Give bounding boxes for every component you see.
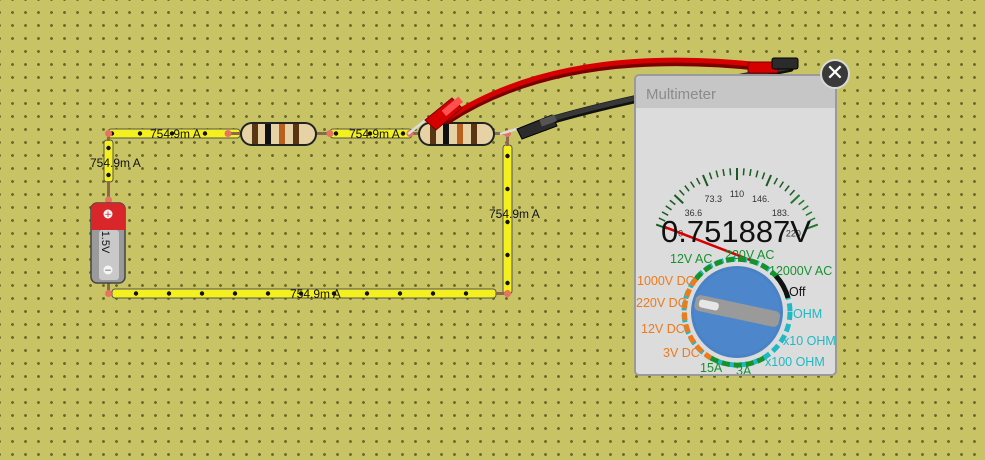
mode-220v-dc[interactable]: 220V DC [636, 297, 687, 310]
current-label-bottom: 754.9m A [290, 287, 341, 301]
gauge-tick [742, 168, 745, 176]
gauge-tick [802, 205, 809, 211]
mode-off[interactable]: Off [789, 286, 805, 299]
junction-points[interactable] [105, 130, 511, 297]
current-label-right: 754.9m A [489, 207, 540, 221]
resistor-1[interactable] [228, 122, 330, 146]
close-button[interactable]: ✕ [820, 59, 850, 89]
battery-plus-label: + [104, 210, 112, 220]
mode-12000v-ac[interactable]: 12000V AC [769, 265, 832, 278]
gauge-tick [689, 181, 695, 188]
multimeter[interactable]: Multimeter 036.673.3110146.183.220 0.751… [634, 74, 837, 376]
gauge-tick [761, 172, 766, 180]
gauge-tick [722, 169, 725, 177]
multimeter-reading: 0.751887V [661, 214, 811, 249]
gauge-tick [715, 170, 719, 178]
battery-voltage-label: 1.5V [99, 231, 111, 254]
mode-12v-dc[interactable]: 12V DC [641, 323, 685, 336]
gauge-tick [798, 199, 805, 206]
mode-3v-dc[interactable]: 3V DC [663, 347, 700, 360]
mode-x100-ohm[interactable]: x100 OHM [765, 356, 825, 369]
gauge-tick [789, 189, 796, 196]
gauge-scale-label: 146. [752, 194, 770, 204]
gauge-tick [790, 194, 801, 204]
gauge-tick [665, 205, 672, 211]
gauge-scale-label: 110 [730, 189, 744, 199]
gauge-tick [755, 170, 759, 178]
mode-12v-ac[interactable]: 12V AC [670, 253, 712, 266]
current-label-top-left: 754.9m A [150, 127, 201, 141]
mode-3a[interactable]: 3A [736, 365, 751, 375]
gauge-tick [708, 172, 713, 180]
gauge-tick [749, 169, 752, 177]
gauge-tick [729, 168, 732, 176]
gauge-tick [669, 199, 676, 206]
battery-minus-label: − [104, 266, 112, 276]
gauge-scale-label: 73.3 [704, 194, 722, 204]
mode-x10-ohm[interactable]: x10 OHM [783, 335, 835, 348]
mode-15a[interactable]: 15A [700, 362, 722, 375]
current-label-top-mid: 754.9m A [349, 127, 400, 141]
gauge-tick [702, 174, 709, 187]
gauge-tick [784, 185, 790, 192]
gauge-tick [695, 177, 701, 185]
gauge-tick [773, 177, 779, 185]
gauge-tick [678, 189, 685, 196]
mode-220v-ac[interactable]: 220V AC [725, 249, 774, 262]
gauge-tick [765, 174, 772, 187]
close-icon: ✕ [825, 61, 845, 86]
mode-1000v-dc[interactable]: 1000V DC [637, 275, 695, 288]
gauge-tick [779, 181, 785, 188]
current-label-left: 754.9m A [90, 156, 141, 170]
gauge-tick [684, 185, 690, 192]
mode-ohm[interactable]: OHM [793, 308, 822, 321]
gauge-tick [673, 194, 684, 204]
resistor-2[interactable] [410, 122, 507, 146]
